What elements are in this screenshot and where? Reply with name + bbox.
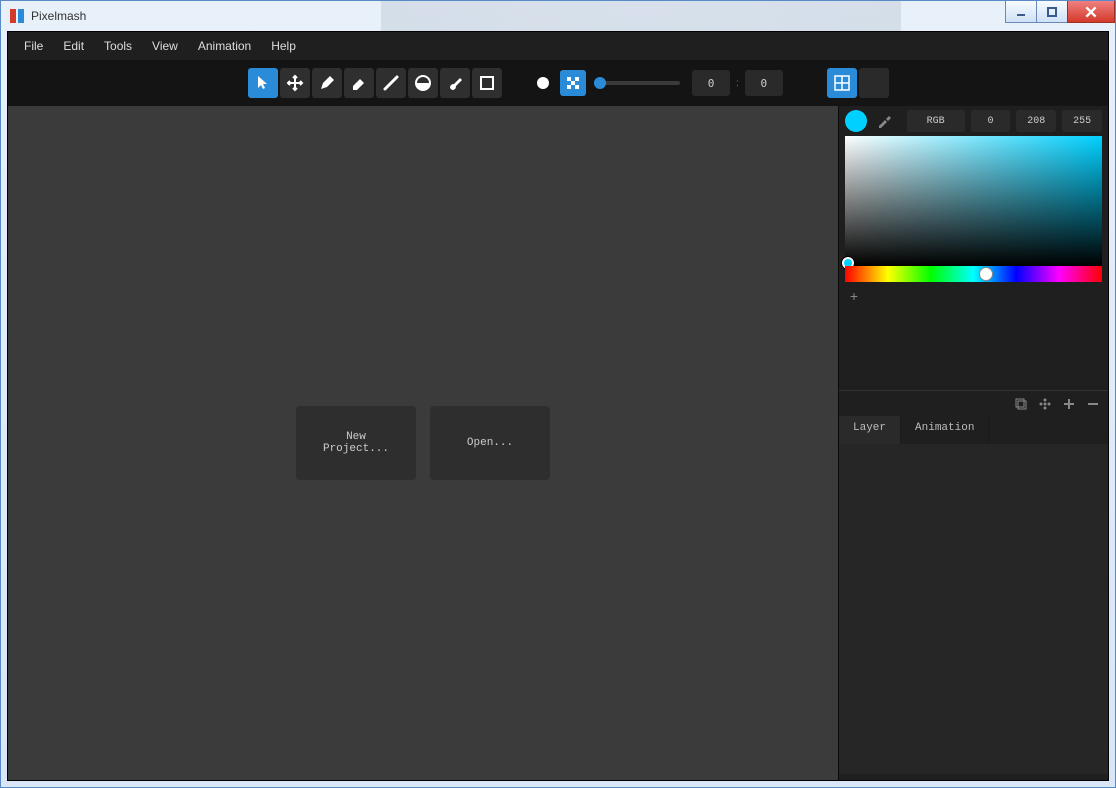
grid-toggle[interactable] xyxy=(827,68,857,98)
color-mode-field[interactable]: RGB xyxy=(907,110,965,132)
canvas-area: New Project... Open... xyxy=(8,106,838,780)
right-panel: RGB 0 208 255 + xyxy=(838,106,1108,780)
brush-size-slider[interactable] xyxy=(594,81,680,85)
slider-knob[interactable] xyxy=(594,77,606,89)
tool-line[interactable] xyxy=(376,68,406,98)
tool-select[interactable] xyxy=(248,68,278,98)
tab-animation[interactable]: Animation xyxy=(901,416,989,444)
brush-shape-circle[interactable] xyxy=(530,70,556,96)
size-separator: : xyxy=(734,78,741,89)
layer-add-icon[interactable] xyxy=(1060,395,1078,413)
tool-pencil[interactable] xyxy=(312,68,342,98)
menu-file[interactable]: File xyxy=(14,33,53,59)
add-swatch-button[interactable]: + xyxy=(845,287,863,305)
toolbar: 0 : 0 xyxy=(8,60,1108,106)
tool-bucket[interactable] xyxy=(408,68,438,98)
layer-merge-icon[interactable] xyxy=(1036,395,1054,413)
layer-delete-icon[interactable] xyxy=(1084,395,1102,413)
new-project-button[interactable]: New Project... xyxy=(296,406,416,480)
maximize-button[interactable] xyxy=(1036,1,1068,23)
color-b-field[interactable]: 255 xyxy=(1062,110,1102,132)
app-title: Pixelmash xyxy=(31,9,86,23)
tool-brush[interactable] xyxy=(440,68,470,98)
size-width-field[interactable]: 0 xyxy=(692,70,730,96)
brush-shape-square[interactable] xyxy=(560,70,586,96)
color-g-field[interactable]: 208 xyxy=(1016,110,1056,132)
open-button[interactable]: Open... xyxy=(430,406,550,480)
menu-help[interactable]: Help xyxy=(261,33,306,59)
titlebar[interactable]: Pixelmash xyxy=(1,1,1115,31)
menu-tools[interactable]: Tools xyxy=(94,33,142,59)
tool-rect[interactable] xyxy=(472,68,502,98)
grid-settings[interactable] xyxy=(859,68,889,98)
layer-list xyxy=(839,444,1108,774)
menubar: File Edit Tools View Animation Help xyxy=(8,32,1108,60)
menu-view[interactable]: View xyxy=(142,33,188,59)
menu-edit[interactable]: Edit xyxy=(53,33,94,59)
hue-slider[interactable] xyxy=(845,266,1102,282)
close-button[interactable] xyxy=(1067,1,1115,23)
tab-layer[interactable]: Layer xyxy=(839,416,901,444)
layer-duplicate-icon[interactable] xyxy=(1012,395,1030,413)
minimize-button[interactable] xyxy=(1005,1,1037,23)
current-color-swatch[interactable] xyxy=(845,110,867,132)
app-icon xyxy=(9,8,25,24)
color-r-field[interactable]: 0 xyxy=(971,110,1011,132)
hue-cursor[interactable] xyxy=(979,267,993,281)
menu-animation[interactable]: Animation xyxy=(188,33,261,59)
saturation-value-picker[interactable] xyxy=(845,136,1102,266)
tool-eraser[interactable] xyxy=(344,68,374,98)
eyedropper-button[interactable] xyxy=(873,110,895,132)
tool-move[interactable] xyxy=(280,68,310,98)
size-height-field[interactable]: 0 xyxy=(745,70,783,96)
titlebar-decoration xyxy=(381,1,901,31)
